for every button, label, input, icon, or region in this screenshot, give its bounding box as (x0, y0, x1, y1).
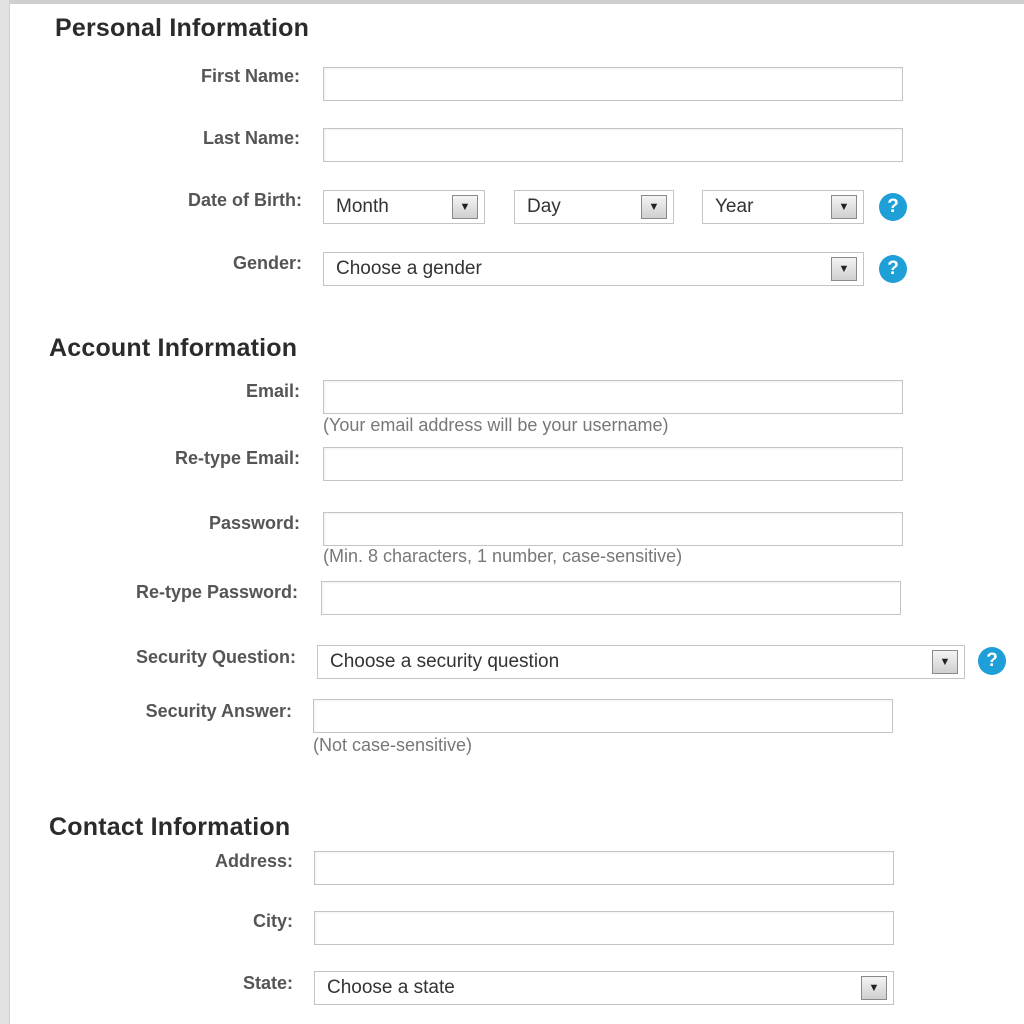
email-label: Email: (245, 381, 300, 401)
account-info-heading: Account Information (49, 334, 298, 362)
last-name-field[interactable] (323, 128, 903, 162)
password-field[interactable] (323, 512, 903, 546)
email-field[interactable] (323, 380, 903, 414)
state-select[interactable]: Choose a state ▼ (314, 971, 894, 1005)
chevron-down-icon: ▼ (641, 195, 667, 219)
last-name-label: Last Name: (202, 128, 300, 148)
birth-month-select[interactable]: Month ▼ (323, 190, 485, 224)
security-question-label: Security Question: (135, 647, 296, 667)
chevron-down-icon: ▼ (861, 976, 887, 1000)
retype-email-field[interactable] (323, 447, 903, 481)
email-hint: (Your email address will be your usernam… (323, 415, 669, 435)
address-field[interactable] (314, 851, 894, 885)
retype-password-label: Re-type Password: (135, 582, 298, 602)
chevron-down-icon: ▼ (452, 195, 478, 219)
city-label: City: (253, 911, 293, 931)
first-name-field[interactable] (323, 67, 903, 101)
chevron-down-icon: ▼ (932, 650, 958, 674)
date-of-birth-label: Date of Birth: (188, 190, 302, 210)
gender-label: Gender: (232, 253, 302, 273)
address-label: Address: (214, 851, 293, 871)
gender-select[interactable]: Choose a gender ▼ (323, 252, 864, 286)
help-icon[interactable]: ? (978, 647, 1006, 675)
help-icon[interactable]: ? (879, 193, 907, 221)
retype-email-label: Re-type Email: (174, 448, 300, 468)
frame-left-border (0, 0, 10, 1024)
security-question-value: Choose a security question (330, 651, 560, 672)
retype-password-field[interactable] (321, 581, 901, 615)
birth-year-value: Year (715, 196, 754, 217)
security-answer-label: Security Answer: (145, 701, 292, 721)
security-question-select[interactable]: Choose a security question ▼ (317, 645, 965, 679)
help-icon[interactable]: ? (879, 255, 907, 283)
state-label: State: (242, 973, 293, 993)
security-answer-field[interactable] (313, 699, 893, 733)
birth-month-value: Month (336, 196, 389, 217)
contact-info-heading: Contact Information (49, 813, 291, 841)
password-hint: (Min. 8 characters, 1 number, case-sensi… (323, 546, 683, 566)
chevron-down-icon: ▼ (831, 195, 857, 219)
frame-top-border (0, 0, 1024, 4)
gender-value: Choose a gender (336, 258, 482, 279)
personal-info-heading: Personal Information (55, 14, 310, 42)
birth-day-value: Day (527, 196, 561, 217)
state-value: Choose a state (327, 977, 455, 998)
security-answer-hint: (Not case-sensitive) (313, 735, 473, 755)
birth-day-select[interactable]: Day ▼ (514, 190, 674, 224)
city-field[interactable] (314, 911, 894, 945)
birth-year-select[interactable]: Year ▼ (702, 190, 864, 224)
chevron-down-icon: ▼ (831, 257, 857, 281)
password-label: Password: (208, 513, 300, 533)
first-name-label: First Name: (200, 66, 300, 86)
